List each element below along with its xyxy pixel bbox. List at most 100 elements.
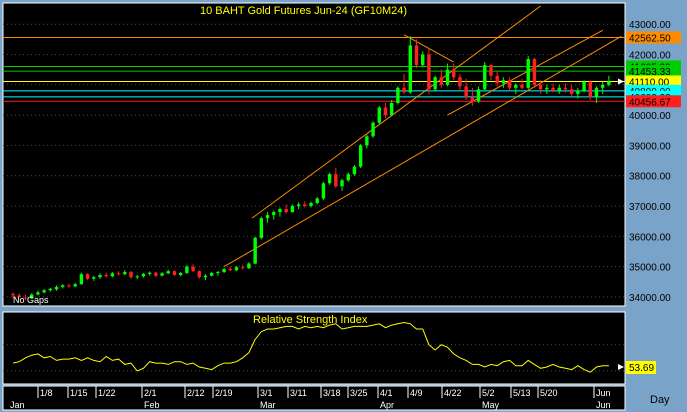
candle-body [290,206,295,213]
candle-body [557,87,561,91]
candle-body [154,272,158,276]
candle-body [371,122,375,137]
candle-body [296,204,301,207]
candle-body [327,174,332,184]
candle-body [594,87,599,97]
date-tick-label: 3/11 [290,388,307,398]
candle-body [607,81,611,85]
chart-title: 10 BAHT Gold Futures Jun-24 (GF10M24) [200,5,407,17]
date-tick-label: 1/22 [98,388,116,398]
candle-body [389,102,394,116]
date-tick-label: 2/19 [215,388,233,398]
price-panel-background [2,2,626,307]
candle-body [334,174,338,187]
rsi-title: Relative Strength Index [253,314,368,326]
candle-body [79,274,84,285]
x-unit-label: Day [650,394,670,406]
candle-body [278,209,282,213]
candle-body [514,84,518,88]
candle-body [402,87,406,93]
candle-body [377,107,381,123]
candle-body [241,267,245,269]
candle-body [272,212,276,216]
month-label: Jun [596,400,611,410]
candle-body [520,84,524,88]
date-tick-label: 3/1 [260,388,273,398]
candle-body [228,269,233,271]
candle-body [309,202,313,207]
month-label: Mar [260,400,276,410]
candle-body [421,54,425,66]
month-label: Jan [10,400,25,410]
candle-body [365,136,369,146]
no-gaps-note: No Gaps [13,295,49,305]
price-tick-label: 36000.00 [629,232,671,243]
price-tick-label: 40000.00 [629,111,671,122]
candle-body [526,59,530,88]
candle-body [265,215,270,219]
candle-body [259,218,264,238]
price-tick-label: 38000.00 [629,172,671,183]
price-tick-label: 37000.00 [629,202,671,213]
candle-body [303,204,307,207]
candle-body [178,272,183,276]
candle-body [116,273,121,275]
candle-body [98,275,102,278]
level-labels: 42562.5041605.0041453.3341110.0040800.00… [626,31,681,108]
date-tick-label: 5/2 [482,388,495,398]
candle-body [92,277,96,279]
candle-body [532,59,537,85]
candle-body [141,273,146,277]
candle-body [582,81,586,91]
price-level-label: 42562.50 [629,33,671,44]
candle-body [538,84,543,90]
candle-body [507,80,512,88]
date-tick-label: 1/8 [40,388,53,398]
candle-body [104,275,108,277]
candle-body [352,166,357,175]
candle-body [414,45,419,66]
month-label: May [482,400,500,410]
candle-body [203,275,208,278]
date-tick-label: Jun [596,388,611,398]
candle-body [358,145,363,167]
candle-body [445,69,450,85]
candle-body [545,87,549,90]
month-label: Apr [380,400,394,410]
candle-body [439,77,444,85]
candle-body [321,183,326,199]
candle-body [191,266,195,272]
candle-body [209,272,214,276]
candle-body [48,288,53,291]
candle-body [166,271,170,274]
date-tick-label: 2/1 [144,388,157,398]
candle-body [61,285,65,287]
candle-body [222,269,226,273]
candle-body [489,65,493,76]
candle-body [67,285,71,287]
candle-body [340,180,344,187]
rsi-value-label: 53.69 [629,363,654,374]
date-tick-label: 3/18 [323,388,341,398]
date-tick-label: 5/20 [540,388,558,398]
candle-body [396,87,400,103]
candle-body [234,267,239,271]
price-tick-label: 39000.00 [629,141,671,152]
candle-body [247,263,251,269]
candle-body [123,272,127,275]
candle-body [160,273,164,276]
candle-body [452,69,456,78]
price-tick-label: 35000.00 [629,263,671,274]
candle-body [464,86,468,97]
candle-body [284,209,288,213]
candle-body [569,89,574,94]
price-tick-label: 42000.00 [629,51,671,62]
date-tick-label: 4/1 [380,388,393,398]
candle-body [563,87,568,90]
candle-body [42,290,46,293]
candle-body [54,286,59,290]
date-tick-label: 1/15 [70,388,88,398]
candle-body [110,273,115,277]
chart-canvas: 34000.00 35000.00 36000.00 37000.00 38000.00… [2,2,681,411]
candle-body [129,272,133,278]
